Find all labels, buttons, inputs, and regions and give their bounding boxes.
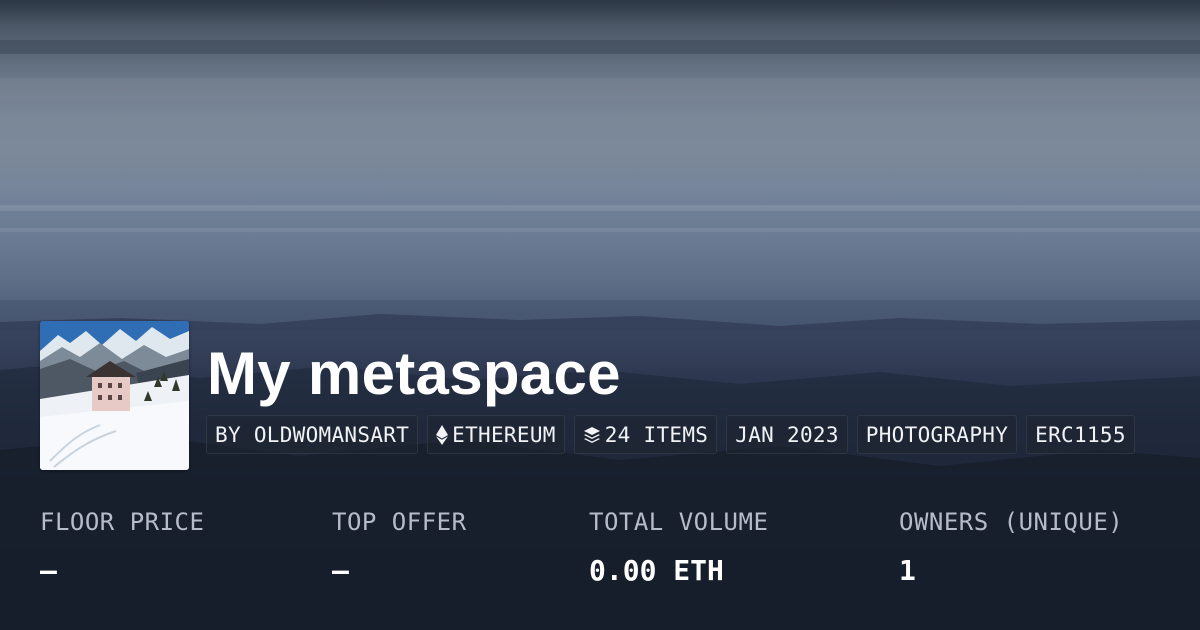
chain-tag-label: ETHEREUM	[452, 422, 556, 447]
date-tag-label: JAN 2023	[735, 422, 839, 447]
standard-tag: ERC1155	[1026, 415, 1135, 454]
collection-avatar[interactable]	[40, 321, 189, 470]
banner-haze-band	[0, 40, 1200, 54]
items-tag-label: 24 ITEMS	[604, 422, 709, 447]
top-offer-stat: TOP OFFER –	[332, 503, 467, 590]
owners-label: OWNERS (UNIQUE)	[899, 508, 1124, 536]
top-offer-value: –	[332, 554, 349, 587]
owners-value: 1	[899, 554, 916, 587]
creator-tag[interactable]: BY OLDWOMANSART	[206, 415, 419, 454]
standard-tag-label: ERC1155	[1035, 422, 1126, 447]
date-tag: JAN 2023	[726, 415, 848, 454]
owners-stat: OWNERS (UNIQUE) 1	[899, 503, 1123, 590]
banner-haze-band	[0, 205, 1200, 211]
floor-price-label: FLOOR PRICE	[40, 508, 205, 536]
banner-haze-band	[0, 228, 1200, 232]
ethereum-icon	[436, 424, 449, 445]
collection-title: My metaspace	[207, 340, 621, 407]
chain-tag[interactable]: ETHEREUM	[427, 415, 565, 454]
floor-price-stat: FLOOR PRICE –	[40, 503, 204, 590]
items-tag[interactable]: 24 ITEMS	[573, 415, 718, 454]
banner-haze-band	[0, 78, 1200, 100]
creator-tag-label: BY OLDWOMANSART	[215, 422, 410, 447]
total-volume-value: 0.00 ETH	[589, 554, 724, 587]
top-offer-label: TOP OFFER	[332, 508, 467, 536]
collection-avatar-image	[40, 321, 189, 470]
category-tag[interactable]: PHOTOGRAPHY	[856, 415, 1018, 454]
total-volume-stat: TOTAL VOLUME 0.00 ETH	[589, 503, 768, 590]
floor-price-value: –	[40, 554, 57, 587]
category-tag-label: PHOTOGRAPHY	[865, 422, 1009, 447]
layers-icon	[583, 426, 601, 444]
total-volume-label: TOTAL VOLUME	[589, 508, 769, 536]
collection-tags: BY OLDWOMANSART ETHEREUM 24 ITEMS JAN 20…	[206, 415, 1135, 454]
